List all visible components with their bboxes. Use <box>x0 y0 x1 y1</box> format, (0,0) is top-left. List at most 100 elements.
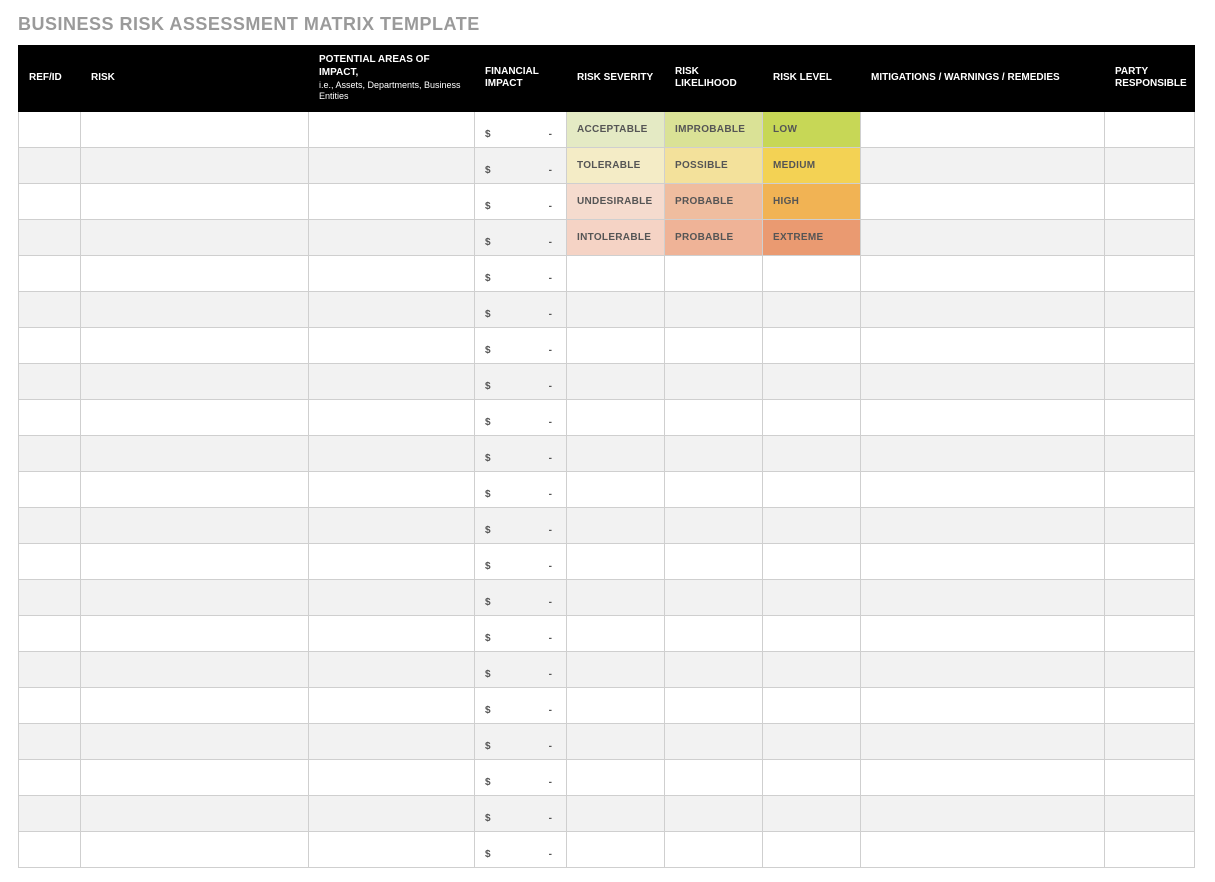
cell-impact[interactable] <box>309 615 475 651</box>
cell-severity[interactable] <box>567 759 665 795</box>
cell-ref[interactable] <box>19 651 81 687</box>
cell-ref[interactable] <box>19 183 81 219</box>
cell-impact[interactable] <box>309 399 475 435</box>
cell-mitigations[interactable] <box>861 183 1105 219</box>
cell-party[interactable] <box>1105 183 1195 219</box>
cell-impact[interactable] <box>309 831 475 867</box>
cell-likelihood[interactable] <box>665 543 763 579</box>
cell-financial[interactable]: $- <box>475 327 567 363</box>
cell-financial[interactable]: $- <box>475 615 567 651</box>
cell-financial[interactable]: $- <box>475 759 567 795</box>
cell-ref[interactable] <box>19 291 81 327</box>
cell-party[interactable] <box>1105 795 1195 831</box>
cell-likelihood[interactable] <box>665 255 763 291</box>
cell-likelihood[interactable] <box>665 435 763 471</box>
cell-impact[interactable] <box>309 795 475 831</box>
cell-financial[interactable]: $- <box>475 363 567 399</box>
cell-likelihood[interactable]: PROBABLE <box>665 183 763 219</box>
cell-level[interactable] <box>763 831 861 867</box>
cell-severity[interactable] <box>567 543 665 579</box>
cell-impact[interactable] <box>309 327 475 363</box>
cell-financial[interactable]: $- <box>475 291 567 327</box>
cell-likelihood[interactable] <box>665 759 763 795</box>
cell-likelihood[interactable] <box>665 723 763 759</box>
cell-level[interactable] <box>763 759 861 795</box>
cell-financial[interactable]: $- <box>475 399 567 435</box>
cell-mitigations[interactable] <box>861 435 1105 471</box>
cell-financial[interactable]: $- <box>475 471 567 507</box>
cell-party[interactable] <box>1105 471 1195 507</box>
cell-severity[interactable]: UNDESIRABLE <box>567 183 665 219</box>
cell-impact[interactable] <box>309 543 475 579</box>
cell-party[interactable] <box>1105 687 1195 723</box>
cell-risk[interactable] <box>81 507 309 543</box>
cell-risk[interactable] <box>81 255 309 291</box>
cell-severity[interactable] <box>567 291 665 327</box>
cell-ref[interactable] <box>19 507 81 543</box>
cell-likelihood[interactable] <box>665 687 763 723</box>
cell-likelihood[interactable] <box>665 615 763 651</box>
cell-risk[interactable] <box>81 435 309 471</box>
cell-likelihood[interactable] <box>665 291 763 327</box>
cell-level[interactable] <box>763 255 861 291</box>
cell-risk[interactable] <box>81 795 309 831</box>
cell-likelihood[interactable] <box>665 507 763 543</box>
cell-party[interactable] <box>1105 399 1195 435</box>
cell-risk[interactable] <box>81 543 309 579</box>
cell-level[interactable] <box>763 723 861 759</box>
cell-likelihood[interactable] <box>665 579 763 615</box>
cell-impact[interactable] <box>309 651 475 687</box>
cell-impact[interactable] <box>309 435 475 471</box>
cell-mitigations[interactable] <box>861 363 1105 399</box>
cell-financial[interactable]: $- <box>475 111 567 147</box>
cell-ref[interactable] <box>19 579 81 615</box>
cell-mitigations[interactable] <box>861 795 1105 831</box>
cell-level[interactable] <box>763 399 861 435</box>
cell-party[interactable] <box>1105 327 1195 363</box>
cell-likelihood[interactable]: PROBABLE <box>665 219 763 255</box>
cell-level[interactable] <box>763 363 861 399</box>
cell-risk[interactable] <box>81 831 309 867</box>
cell-mitigations[interactable] <box>861 255 1105 291</box>
cell-level[interactable]: EXTREME <box>763 219 861 255</box>
cell-ref[interactable] <box>19 471 81 507</box>
cell-mitigations[interactable] <box>861 723 1105 759</box>
cell-ref[interactable] <box>19 723 81 759</box>
cell-impact[interactable] <box>309 759 475 795</box>
cell-level[interactable] <box>763 435 861 471</box>
cell-financial[interactable]: $- <box>475 255 567 291</box>
cell-mitigations[interactable] <box>861 111 1105 147</box>
cell-ref[interactable] <box>19 687 81 723</box>
cell-likelihood[interactable] <box>665 471 763 507</box>
cell-severity[interactable]: TOLERABLE <box>567 147 665 183</box>
cell-level[interactable]: MEDIUM <box>763 147 861 183</box>
cell-financial[interactable]: $- <box>475 543 567 579</box>
cell-risk[interactable] <box>81 183 309 219</box>
cell-ref[interactable] <box>19 111 81 147</box>
cell-mitigations[interactable] <box>861 399 1105 435</box>
cell-level[interactable] <box>763 651 861 687</box>
cell-likelihood[interactable] <box>665 795 763 831</box>
cell-impact[interactable] <box>309 147 475 183</box>
cell-ref[interactable] <box>19 147 81 183</box>
cell-party[interactable] <box>1105 615 1195 651</box>
cell-risk[interactable] <box>81 147 309 183</box>
cell-mitigations[interactable] <box>861 759 1105 795</box>
cell-financial[interactable]: $- <box>475 831 567 867</box>
cell-party[interactable] <box>1105 543 1195 579</box>
cell-ref[interactable] <box>19 831 81 867</box>
cell-party[interactable] <box>1105 255 1195 291</box>
cell-level[interactable] <box>763 579 861 615</box>
cell-severity[interactable] <box>567 507 665 543</box>
cell-party[interactable] <box>1105 291 1195 327</box>
cell-level[interactable]: HIGH <box>763 183 861 219</box>
cell-severity[interactable] <box>567 831 665 867</box>
cell-impact[interactable] <box>309 219 475 255</box>
cell-financial[interactable]: $- <box>475 651 567 687</box>
cell-impact[interactable] <box>309 363 475 399</box>
cell-level[interactable] <box>763 507 861 543</box>
cell-impact[interactable] <box>309 111 475 147</box>
cell-risk[interactable] <box>81 363 309 399</box>
cell-financial[interactable]: $- <box>475 579 567 615</box>
cell-mitigations[interactable] <box>861 219 1105 255</box>
